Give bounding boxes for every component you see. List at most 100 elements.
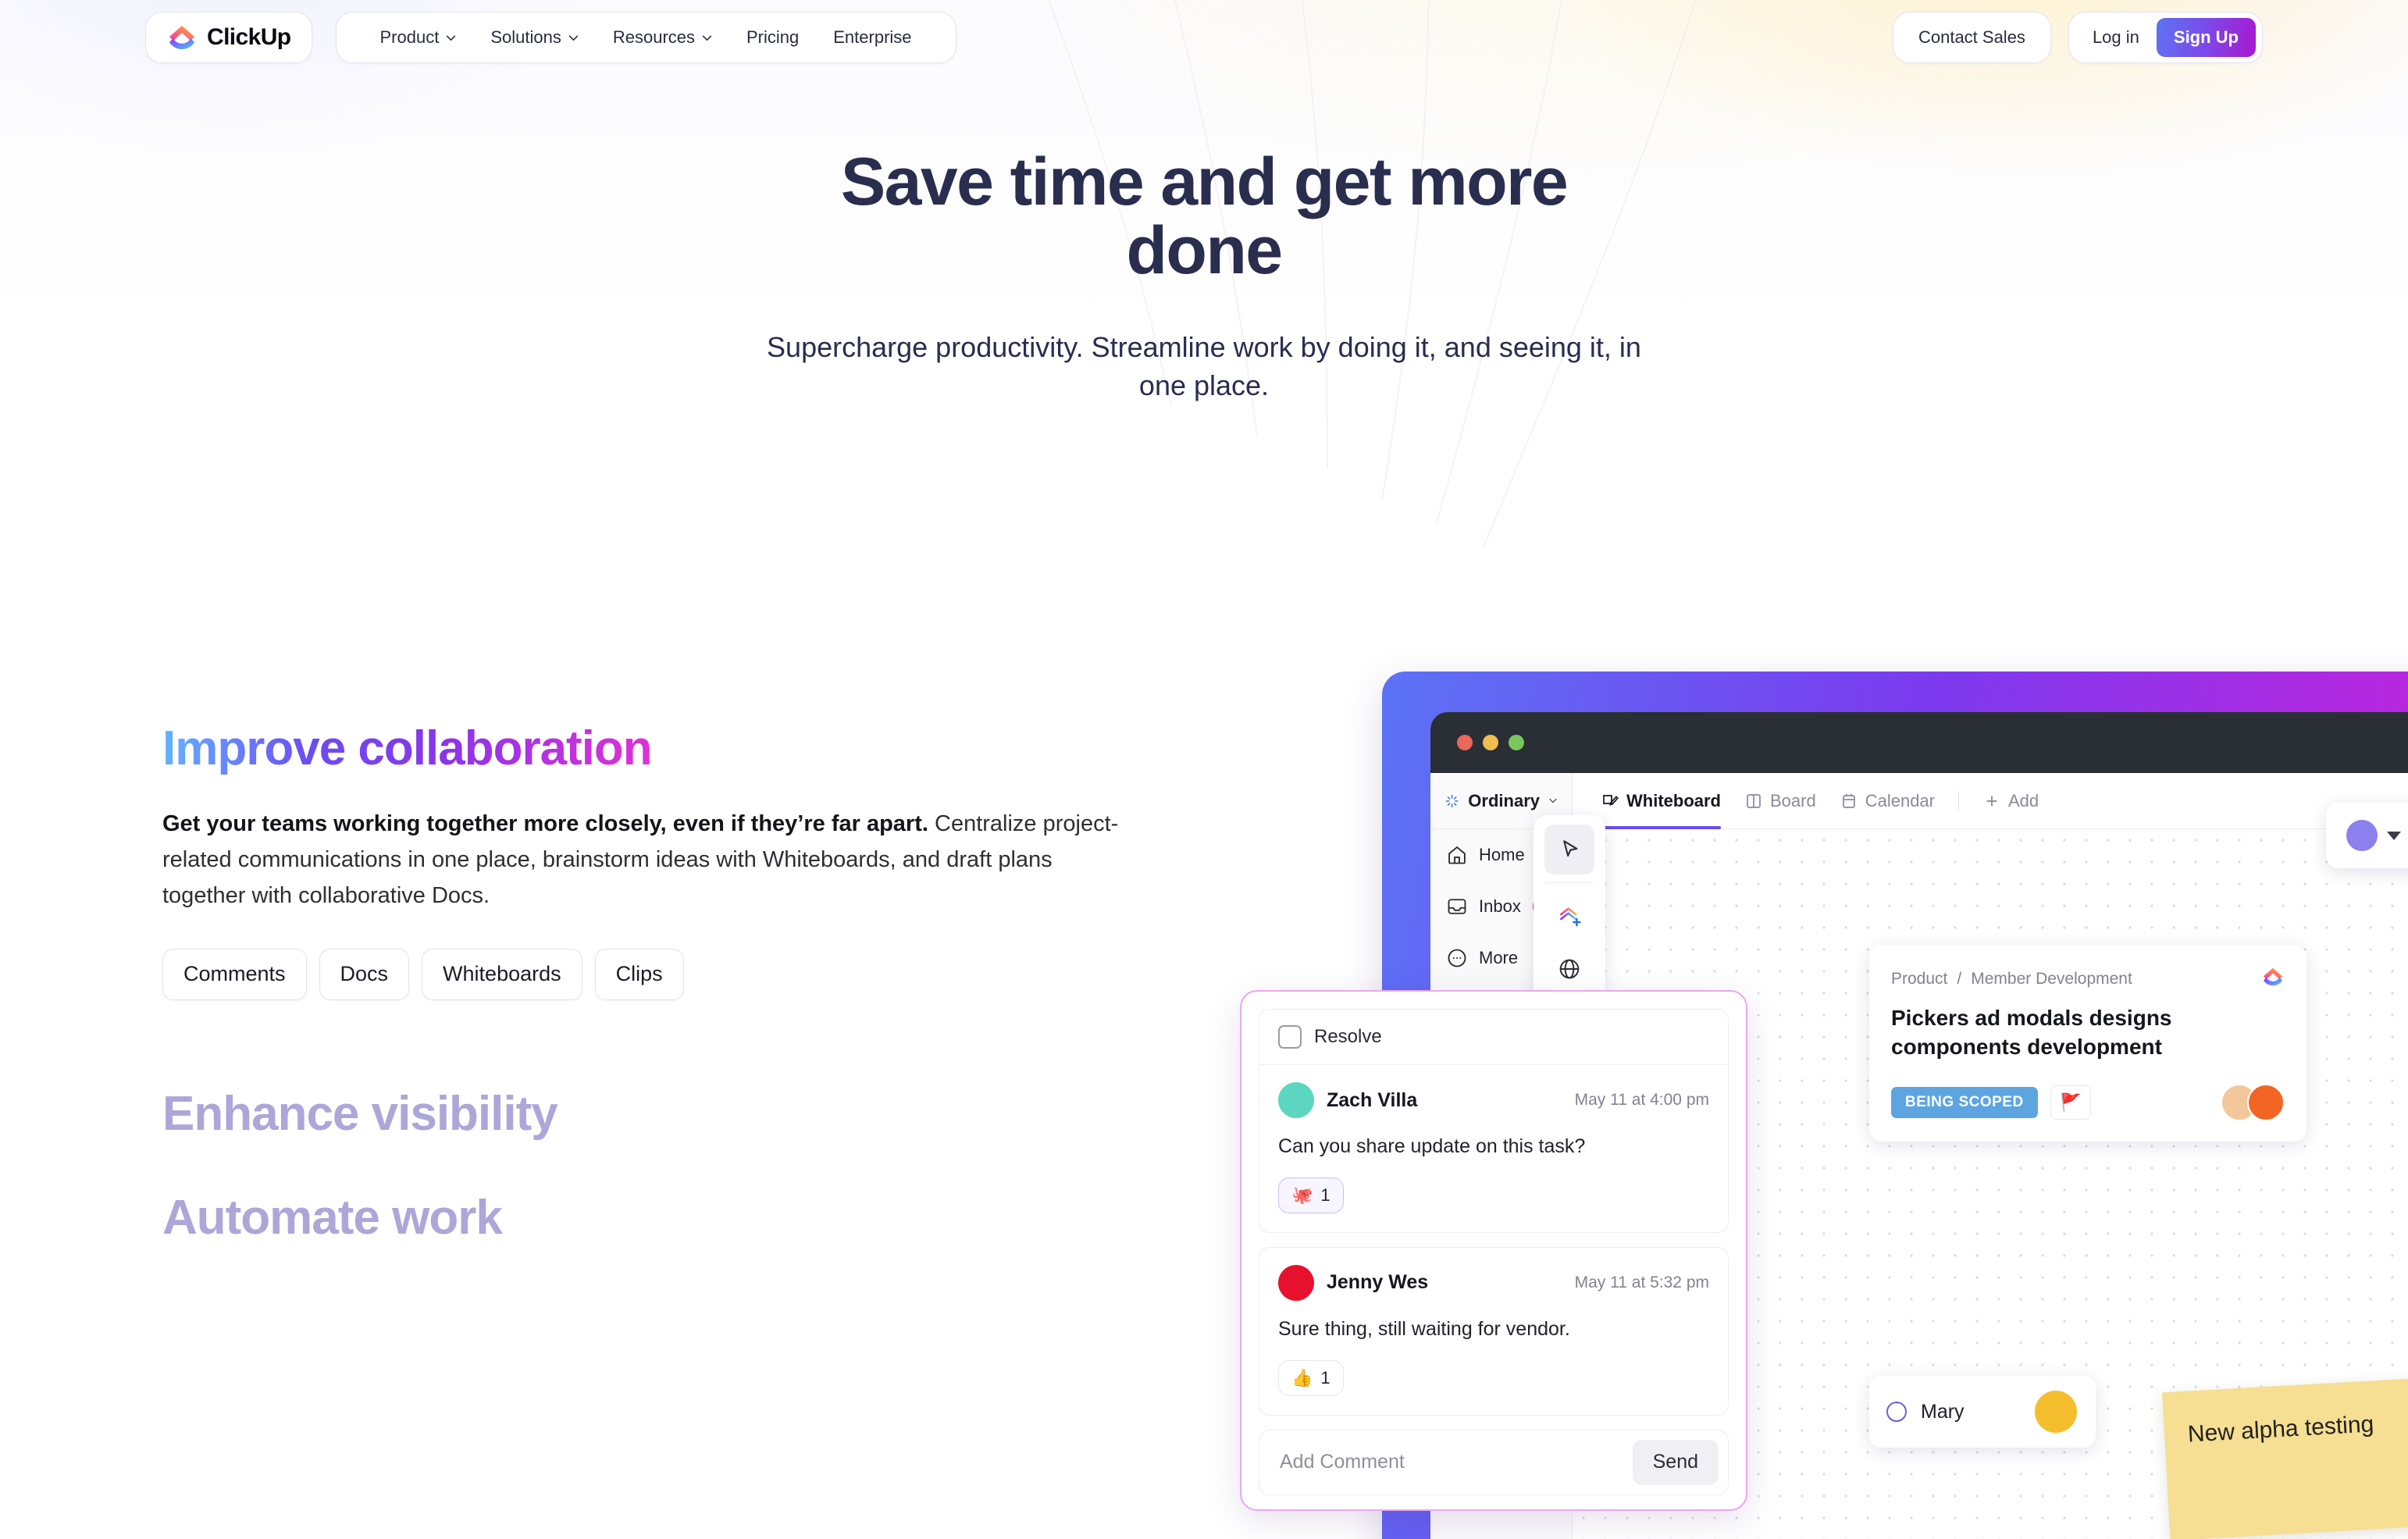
hero-section: Save time and get more done Supercharge … — [0, 148, 2408, 405]
feature-title-enhance-visibility[interactable]: Enhance visibility — [162, 1086, 1170, 1142]
task-breadcrumb: Product / Member Development — [1891, 965, 2285, 993]
tab-whiteboard[interactable]: Whiteboard — [1601, 773, 1721, 829]
tab-whiteboard-label: Whiteboard — [1626, 790, 1721, 810]
chevron-down-icon — [446, 33, 456, 43]
sidebar-item-more-label: More — [1479, 948, 1519, 967]
tab-add[interactable]: Add — [1982, 773, 2039, 828]
status-badge[interactable]: BEING SCOPED — [1891, 1086, 2038, 1118]
tab-calendar[interactable]: Calendar — [1840, 773, 1935, 828]
feature-list: Improve collaboration Get your teams wor… — [162, 721, 1170, 1245]
task-meta-row: BEING SCOPED 🚩 — [1891, 1083, 2285, 1121]
feature-body-bold: Get your teams working together more clo… — [162, 811, 928, 837]
tab-add-label: Add — [2008, 790, 2039, 810]
assignee-avatars — [2221, 1083, 2285, 1121]
chip-comments[interactable]: Comments — [162, 948, 307, 1000]
plus-icon — [1986, 796, 1997, 806]
format-toolbar: T B — [2326, 803, 2408, 868]
comment-text: Sure thing, still waiting for vendor. — [1278, 1317, 1570, 1340]
comment-author: Jenny Wes — [1327, 1271, 1429, 1294]
feature-chips: Comments Docs Whiteboards Clips — [162, 948, 1170, 1000]
comment-author: Zach Villa — [1327, 1088, 1418, 1111]
traffic-light-maximize[interactable] — [1509, 735, 1524, 750]
circle-status-icon — [1886, 1402, 1907, 1422]
reaction-count: 1 — [1320, 1185, 1330, 1205]
feature-title-active[interactable]: Improve collaboration — [162, 721, 653, 775]
add-comment-row[interactable]: Add Comment Send — [1259, 1429, 1729, 1495]
chevron-down-icon — [568, 33, 579, 43]
resolve-label: Resolve — [1314, 1026, 1382, 1047]
nav-item-enterprise[interactable]: Enterprise — [816, 27, 928, 48]
nav-item-product-label: Product — [379, 27, 440, 47]
feature-title-automate-work[interactable]: Automate work — [162, 1190, 1170, 1245]
comment-text: Can you share update on this task? — [1278, 1135, 1586, 1157]
reaction-chip[interactable]: 👍 1 — [1278, 1359, 1344, 1396]
tab-board[interactable]: Board — [1744, 773, 1816, 828]
nav-item-pricing[interactable]: Pricing — [729, 27, 816, 48]
color-swatch-icon — [2346, 820, 2378, 851]
chip-docs[interactable]: Docs — [319, 948, 410, 1000]
avatar[interactable] — [2033, 1389, 2079, 1434]
contact-sales-button[interactable]: Contact Sales — [1892, 12, 2051, 63]
comment-thread: Resolve Zach Villa May 11 at 4:00 pm Can… — [1259, 1009, 1729, 1233]
mary-card[interactable]: Mary — [1869, 1376, 2096, 1448]
whiteboard-icon — [1603, 794, 1619, 806]
sticky-note[interactable]: New alpha testing — [2161, 1377, 2408, 1539]
comment-body: Zach Villa May 11 at 4:00 pm Can you sha… — [1259, 1065, 1728, 1232]
send-button[interactable]: Send — [1632, 1439, 1719, 1485]
avatar[interactable] — [2247, 1083, 2285, 1121]
color-picker[interactable] — [2326, 803, 2408, 868]
chip-clips[interactable]: Clips — [594, 948, 684, 1000]
tool-cursor[interactable] — [1544, 825, 1594, 875]
logo[interactable]: ClickUp — [145, 12, 312, 63]
task-title: Pickers ad modals designs components dev… — [1891, 1006, 2172, 1059]
contact-sales-label: Contact Sales — [1918, 27, 2025, 47]
breadcrumb-child: Member Development — [1971, 970, 2132, 988]
reaction-emoji-icon: 👍 — [1291, 1367, 1313, 1388]
nav-item-resources-label: Resources — [612, 27, 695, 47]
add-task-icon — [1560, 907, 1581, 927]
tool-globe[interactable] — [1544, 944, 1594, 994]
tab-divider — [1958, 790, 1959, 811]
tool-add-task[interactable] — [1544, 891, 1594, 941]
chevron-down-icon — [1548, 796, 1558, 806]
add-comment-input[interactable]: Add Comment — [1280, 1451, 1633, 1473]
comment-header: Jenny Wes May 11 at 5:32 pm — [1278, 1264, 1709, 1301]
avatar[interactable] — [1278, 1264, 1314, 1301]
sidebar-item-inbox-label: Inbox — [1479, 896, 1521, 916]
comment-thread: Jenny Wes May 11 at 5:32 pm Sure thing, … — [1259, 1246, 1729, 1416]
breadcrumb-parent: Product — [1891, 970, 1948, 988]
hero-subtitle: Supercharge productivity. Streamline wor… — [767, 331, 1641, 402]
login-link[interactable]: Log in — [2093, 27, 2139, 48]
comment-body: Jenny Wes May 11 at 5:32 pm Sure thing, … — [1259, 1248, 1728, 1415]
globe-icon — [1559, 959, 1580, 979]
reaction-chip[interactable]: 🐙 1 — [1278, 1177, 1344, 1213]
nav-item-solutions[interactable]: Solutions — [473, 27, 596, 48]
cursor-icon — [1563, 840, 1578, 857]
home-icon — [1448, 846, 1466, 864]
inbox-icon — [1448, 899, 1466, 914]
reaction-count: 1 — [1320, 1367, 1330, 1388]
site-header: ClickUp Product Solutions Resources Pric… — [0, 0, 2408, 75]
traffic-light-minimize[interactable] — [1483, 735, 1498, 750]
whiteboard-task-card[interactable]: Product / Member Development Pickers ad … — [1869, 945, 2306, 1142]
main-nav: Product Solutions Resources Pricing Ente… — [335, 12, 956, 63]
signup-button[interactable]: Sign Up — [2156, 18, 2256, 57]
nav-item-product[interactable]: Product — [363, 27, 474, 48]
resolve-row[interactable]: Resolve — [1259, 1010, 1728, 1065]
chip-whiteboards[interactable]: Whiteboards — [422, 948, 582, 1000]
comment-header: Zach Villa May 11 at 4:00 pm — [1278, 1082, 1709, 1118]
auth-group: Log in Sign Up — [2068, 12, 2263, 63]
nav-item-enterprise-label: Enterprise — [833, 27, 912, 47]
avatar[interactable] — [1278, 1082, 1314, 1118]
workspace-spinner-icon — [1445, 794, 1459, 807]
view-tabs: Whiteboard Board Calendar Add — [1573, 773, 2408, 829]
priority-flag-icon[interactable]: 🚩 — [2050, 1085, 2091, 1120]
breadcrumb-separator: / — [1957, 970, 1962, 988]
chevron-down-icon — [2387, 831, 2402, 840]
traffic-light-close[interactable] — [1457, 735, 1473, 750]
nav-item-resources[interactable]: Resources — [596, 27, 729, 48]
resolve-checkbox[interactable] — [1278, 1025, 1302, 1049]
calendar-icon — [1842, 793, 1855, 808]
workspace-name: Ordinary — [1468, 790, 1540, 810]
feature-body: Get your teams working together more clo… — [162, 807, 1123, 914]
